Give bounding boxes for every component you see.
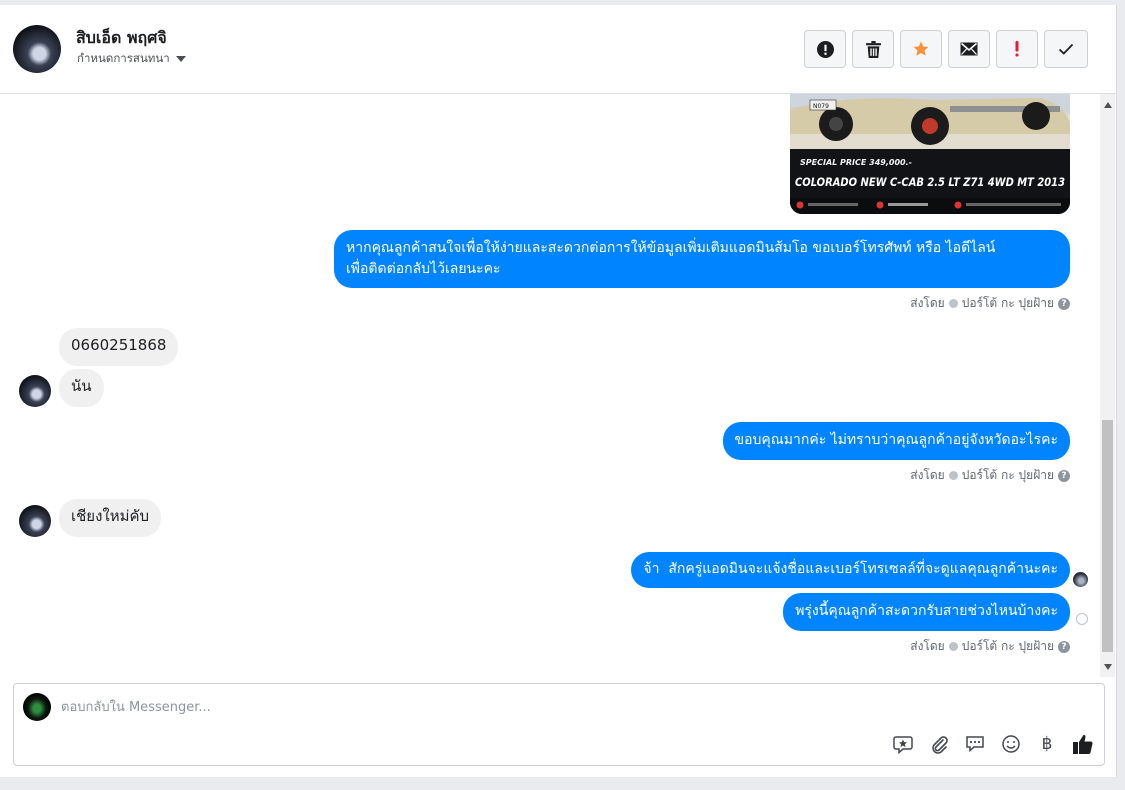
attachment-icon [932, 736, 948, 754]
help-icon[interactable]: ? [1058, 297, 1070, 310]
mark-unread-button[interactable] [948, 30, 990, 68]
conversation-toolbar [804, 30, 1088, 68]
outgoing-message[interactable]: พรุ่งนี้คุณลูกค้าสะดวกรับสายช่วงไหนบ้างค… [783, 593, 1070, 631]
message-text: เชียงใหม่คับ [71, 507, 150, 525]
sent-by-label: ส่งโดย [910, 296, 945, 310]
reply-input[interactable] [61, 697, 861, 717]
alert-circle-icon [816, 40, 834, 58]
agent-name[interactable]: ปอร์โต้ กะ ปุยฝ้าย [962, 294, 1054, 313]
outgoing-message[interactable]: จ้า สักครู่แอดมินจะแจ้งชื่อและเบอร์โทรเซ… [631, 552, 1070, 588]
message-text: พรุ่งนี้คุณลูกค้าสะดวกรับสายช่วงไหนบ้างค… [795, 603, 1058, 619]
conversation-panel: สิบเอ็ด พฤศจิ กำหนดการสนทนา N079 SPECIAL… [0, 5, 1117, 777]
saved-reply-icon [893, 736, 913, 754]
baht-icon: ฿ [1041, 734, 1053, 754]
composer-tools: ฿ [892, 733, 1094, 755]
chat-scrollbar[interactable] [1100, 94, 1115, 677]
like-icon [1073, 734, 1093, 754]
page-avatar [23, 693, 51, 721]
trash-icon [865, 40, 881, 58]
check-circle-icon [948, 471, 958, 480]
sent-by-label: ส่งโดย [910, 639, 945, 653]
message-text: จ้า สักครู่แอดมินจะแจ้งชื่อและเบอร์โทรเซ… [643, 561, 1058, 577]
spam-button[interactable] [804, 30, 846, 68]
exclamation-icon [1015, 41, 1019, 57]
message-text: 0660251868 [71, 336, 167, 354]
incoming-message[interactable]: นัน [59, 369, 104, 407]
scrollbar-thumb[interactable] [1102, 420, 1113, 652]
assign-conversation-dropdown[interactable]: กำหนดการสนทนา [77, 50, 186, 68]
payment-button[interactable]: ฿ [1036, 733, 1058, 755]
message-text: นัน [71, 377, 92, 395]
sent-by-meta: ส่งโดย ปอร์โต้ กะ ปุยฝ้าย ? [910, 294, 1070, 313]
outgoing-message[interactable]: ขอบคุณมากค่ะ ไม่ทราบว่าคุณลูกค้าอยู่จังห… [722, 422, 1070, 460]
message-list[interactable]: N079 SPECIAL PRICE 349,000.- COLORADO NE… [0, 94, 1100, 677]
messenger-chat-button[interactable] [964, 733, 986, 755]
check-circle-icon [948, 642, 958, 651]
model-text: COLORADO NEW C-CAB 2.5 LT Z71 4WD MT 201… [795, 176, 1065, 189]
scroll-down-arrow-icon[interactable] [1104, 664, 1112, 670]
attachment-button[interactable] [928, 733, 950, 755]
price-text: SPECIAL PRICE 349,000.- [800, 158, 912, 167]
emoji-button[interactable] [1000, 733, 1022, 755]
sent-status-icon [1076, 613, 1088, 625]
follow-up-button[interactable] [996, 30, 1038, 68]
message-text: เพื่อติดต่อกลับไว้เลยนะคะ [346, 261, 501, 277]
check-icon [1058, 43, 1074, 55]
contact-avatar[interactable] [13, 25, 61, 73]
like-button[interactable] [1072, 733, 1094, 755]
help-icon[interactable]: ? [1058, 469, 1070, 482]
done-button[interactable] [1044, 30, 1088, 68]
message-text: ขอบคุณมากค่ะ ไม่ทราบว่าคุณลูกค้าอยู่จังห… [734, 432, 1058, 448]
outgoing-message[interactable]: หากคุณลูกค้าสนใจเพื่อให้ง่ายและสะดวกต่อก… [334, 230, 1070, 288]
contact-name[interactable]: สิบเอ็ด พฤศจิ [76, 26, 167, 51]
scroll-up-arrow-icon[interactable] [1104, 102, 1112, 108]
incoming-message[interactable]: เชียงใหม่คับ [59, 499, 162, 537]
assign-label: กำหนดการสนทนา [77, 51, 170, 65]
message-text: หากคุณลูกค้าสนใจเพื่อให้ง่ายและสะดวกต่อก… [346, 240, 996, 256]
emoji-icon [1002, 735, 1020, 753]
star-button[interactable] [900, 30, 942, 68]
reply-composer: ฿ [13, 683, 1105, 766]
agent-name[interactable]: ปอร์โต้ กะ ปุยฝ้าย [962, 466, 1054, 485]
star-icon [913, 41, 929, 56]
sent-by-meta: ส่งโดย ปอร์โต้ กะ ปุยฝ้าย ? [910, 466, 1070, 485]
help-icon[interactable]: ? [1058, 640, 1070, 653]
incoming-message[interactable]: 0660251868 [59, 328, 179, 366]
seen-avatar-icon [1073, 572, 1088, 587]
chevron-down-icon [175, 56, 186, 62]
contact-avatar-small[interactable] [19, 375, 51, 407]
delete-button[interactable] [852, 30, 894, 68]
envelope-icon [960, 42, 978, 56]
agent-name[interactable]: ปอร์โต้ กะ ปุยฝ้าย [962, 637, 1054, 656]
contact-avatar-small[interactable] [19, 505, 51, 537]
chat-bubbles-icon [966, 736, 984, 753]
plate-text: N079 [813, 103, 829, 110]
car-image-attachment[interactable]: N079 SPECIAL PRICE 349,000.- COLORADO NE… [790, 94, 1070, 214]
sent-by-label: ส่งโดย [910, 468, 945, 482]
car-promo-image: N079 SPECIAL PRICE 349,000.- COLORADO NE… [790, 94, 1070, 214]
conversation-header: สิบเอ็ด พฤศจิ กำหนดการสนทนา [0, 5, 1117, 94]
sent-by-meta: ส่งโดย ปอร์โต้ กะ ปุยฝ้าย ? [910, 637, 1070, 656]
check-circle-icon [948, 299, 958, 308]
saved-reply-button[interactable] [892, 733, 914, 755]
